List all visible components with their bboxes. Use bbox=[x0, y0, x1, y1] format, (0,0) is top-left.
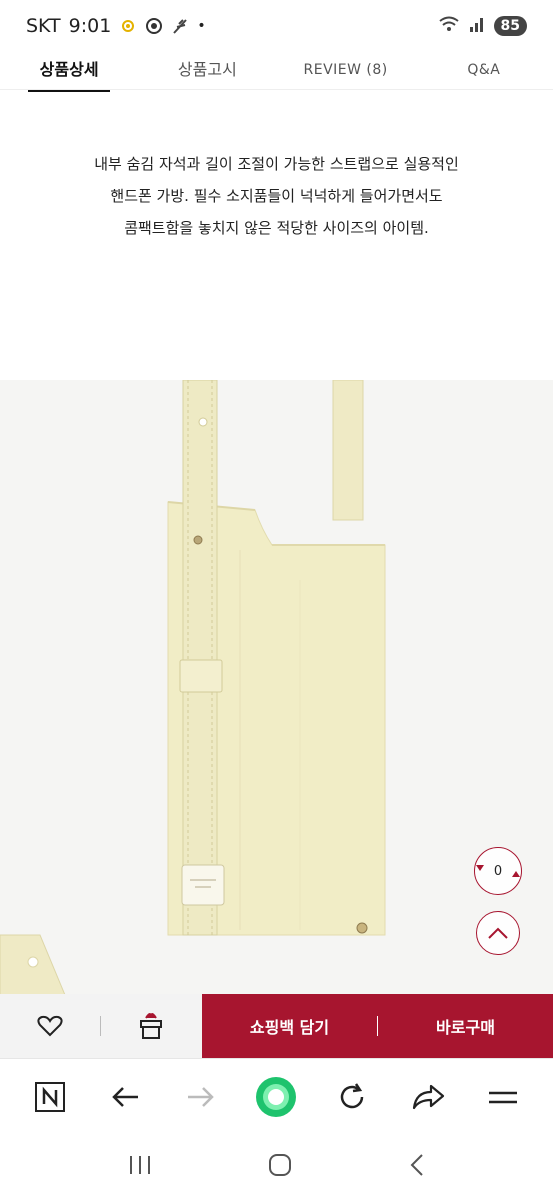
home-dot-icon bbox=[256, 1076, 297, 1117]
menu-icon bbox=[489, 1091, 518, 1103]
weather-icon bbox=[119, 17, 137, 35]
naver-home-button[interactable] bbox=[25, 1072, 75, 1122]
wifi-icon bbox=[438, 15, 460, 37]
bag-illustration bbox=[0, 380, 386, 995]
gift-button[interactable] bbox=[101, 994, 201, 1058]
product-tabs: 상품상세 상품고시 REVIEW (8) Q&A bbox=[0, 54, 553, 92]
description-line-1: 내부 숨김 자석과 길이 조절이 가능한 스트랩으로 실용적인 bbox=[94, 155, 459, 173]
refresh-ring-icon bbox=[476, 865, 520, 877]
menu-button[interactable] bbox=[478, 1072, 528, 1122]
share-icon bbox=[412, 1084, 444, 1109]
description-line-3: 콤팩트함을 놓치지 않은 적당한 사이즈의 아이템. bbox=[124, 219, 429, 237]
reload-icon bbox=[340, 1082, 364, 1108]
tab-product-detail[interactable]: 상품상세 bbox=[0, 54, 138, 92]
browser-toolbar bbox=[0, 1058, 553, 1134]
heart-icon bbox=[37, 1015, 63, 1037]
product-image bbox=[0, 380, 553, 995]
notification-dot: • bbox=[197, 18, 206, 34]
recent-apps-icon bbox=[129, 1156, 150, 1174]
tab-review[interactable]: REVIEW (8) bbox=[277, 54, 415, 89]
green-home-button[interactable] bbox=[251, 1072, 301, 1122]
forward-button[interactable] bbox=[176, 1072, 226, 1122]
buy-now-button[interactable]: 바로구매 bbox=[378, 1014, 553, 1038]
n-logo-icon bbox=[34, 1081, 65, 1112]
tab-qna[interactable]: Q&A bbox=[415, 54, 553, 89]
back-button[interactable] bbox=[100, 1072, 150, 1122]
time-label: 9:01 bbox=[68, 15, 112, 37]
forward-icon bbox=[187, 1086, 214, 1107]
status-bar: SKT 9:01 • 85 bbox=[0, 0, 553, 52]
wishlist-button[interactable] bbox=[0, 994, 100, 1058]
purchase-bar: 쇼핑백 담기 바로구매 bbox=[0, 994, 553, 1058]
home-nav-button[interactable] bbox=[267, 1152, 293, 1182]
feather-icon bbox=[171, 17, 189, 35]
back-icon bbox=[112, 1086, 139, 1107]
system-navigation-bar bbox=[0, 1134, 553, 1200]
add-to-cart-button[interactable]: 쇼핑백 담기 bbox=[202, 1014, 377, 1038]
carrier-label: SKT bbox=[26, 15, 61, 37]
product-description: 내부 숨김 자석과 길이 조절이 가능한 스트랩으로 실용적인 핸드폰 가방. … bbox=[0, 148, 553, 244]
share-button[interactable] bbox=[403, 1072, 453, 1122]
signal-icon bbox=[468, 15, 486, 37]
recent-apps-button[interactable] bbox=[128, 1154, 152, 1180]
app-notification-icon bbox=[145, 17, 163, 35]
tab-product-notice[interactable]: 상품고시 bbox=[138, 54, 276, 89]
home-square-icon bbox=[269, 1154, 292, 1176]
gift-icon bbox=[140, 1013, 162, 1039]
chevron-up-icon bbox=[488, 927, 508, 939]
back-nav-button[interactable] bbox=[409, 1152, 425, 1182]
description-line-2: 핸드폰 가방. 필수 소지품들이 넉넉하게 들어가면서도 bbox=[110, 187, 443, 205]
scroll-top-button[interactable] bbox=[476, 911, 520, 955]
battery-indicator: 85 bbox=[493, 16, 527, 36]
chevron-left-icon bbox=[410, 1154, 423, 1176]
reload-button[interactable] bbox=[327, 1072, 377, 1122]
recent-view-button[interactable]: 0 bbox=[474, 847, 522, 895]
